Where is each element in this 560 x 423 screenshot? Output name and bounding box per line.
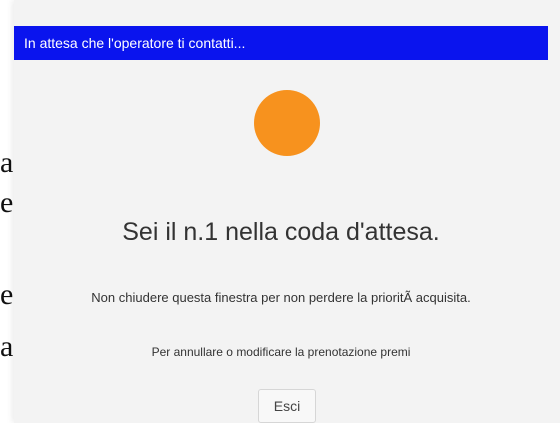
background-text-fragment: a xyxy=(0,148,14,178)
waiting-dialog: In attesa che l'operatore ti contatti...… xyxy=(14,0,560,423)
dialog-title: In attesa che l'operatore ti contatti... xyxy=(14,26,548,60)
exit-button[interactable]: Esci xyxy=(258,389,316,423)
background-text-fragment: e xyxy=(0,280,14,310)
background-text-fragment: a xyxy=(0,332,14,362)
do-not-close-notice: Non chiudere questa finestra per non per… xyxy=(91,290,471,305)
queue-position-message: Sei il n.1 nella coda d'attesa. xyxy=(122,218,440,246)
cancel-hint: Per annullare o modificare la prenotazio… xyxy=(151,345,411,359)
background-text-fragment: e xyxy=(0,188,14,218)
status-indicator-icon xyxy=(254,90,320,156)
